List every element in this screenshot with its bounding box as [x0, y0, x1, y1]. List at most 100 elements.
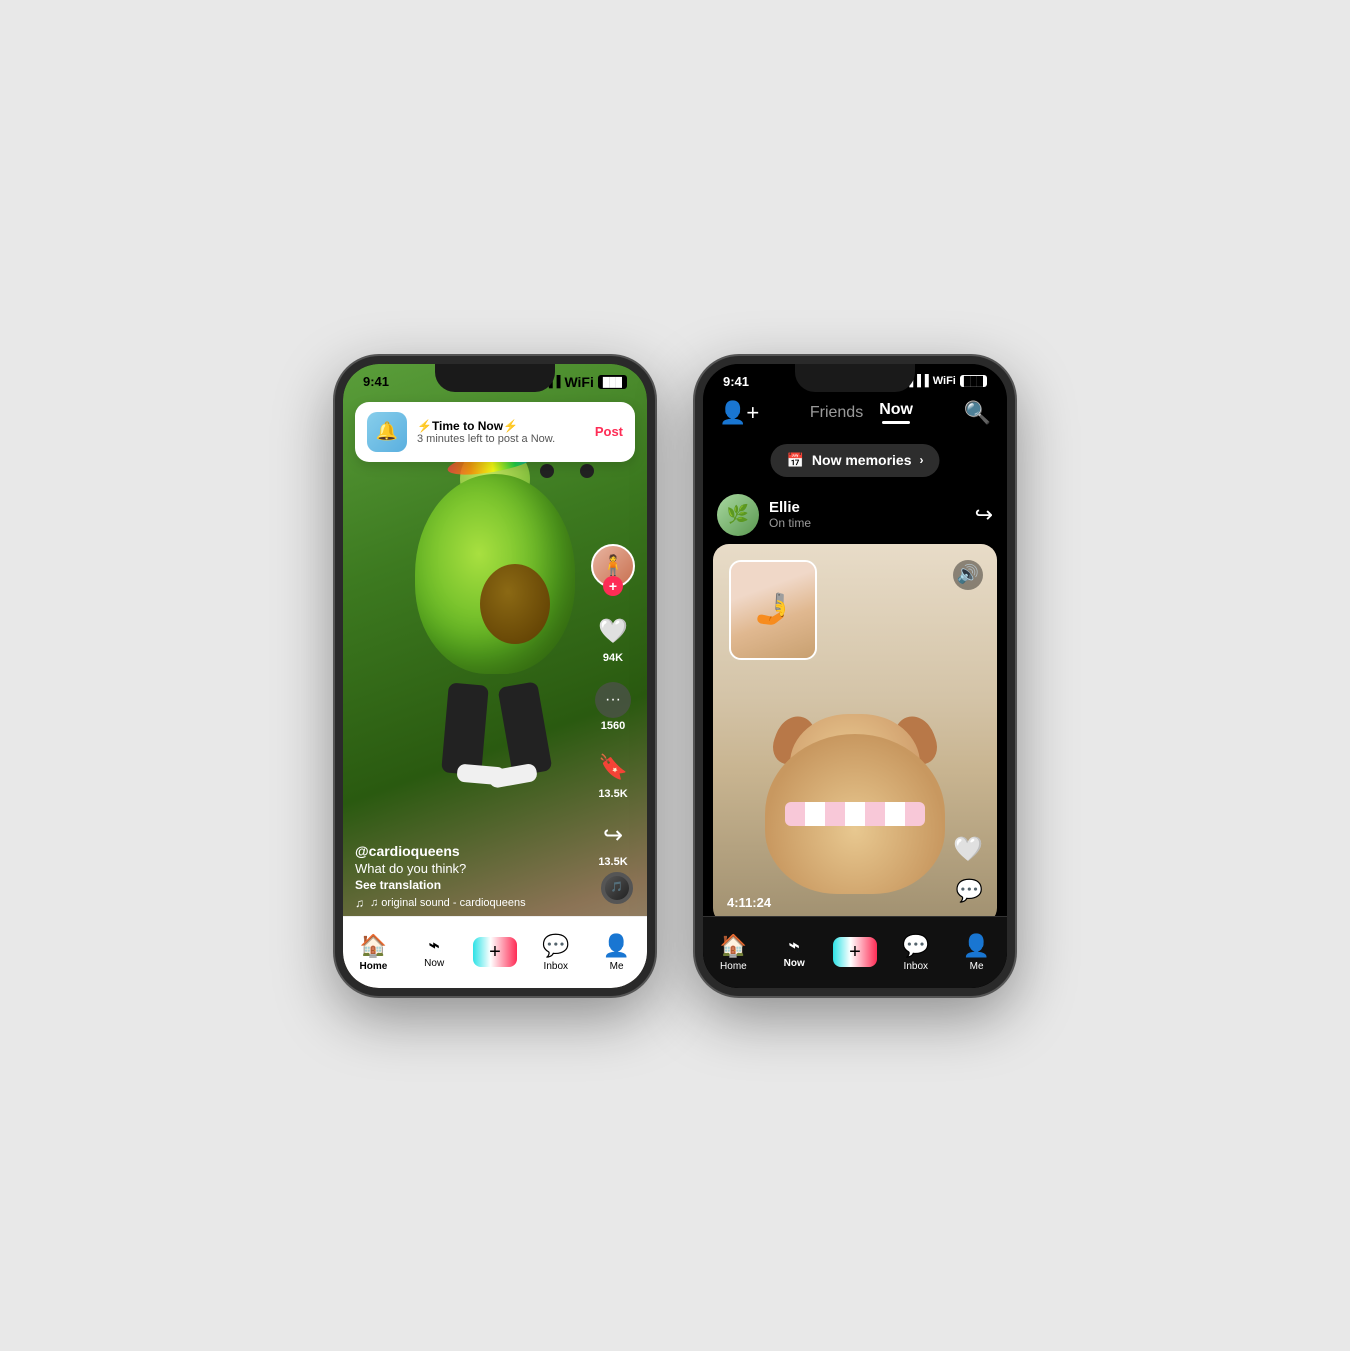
notif-text-area: ⚡Time to Now⚡ 3 minutes left to post a N…: [417, 419, 585, 445]
post-share-button[interactable]: ↪: [975, 502, 993, 528]
notif-title: ⚡Time to Now⚡: [417, 419, 585, 433]
nav-now[interactable]: ⌁ Now: [409, 935, 459, 969]
nav-now-dark[interactable]: ⌁ Now: [769, 935, 819, 969]
inbox-label-dark: Inbox: [904, 961, 928, 972]
battery-icon: ███: [598, 375, 627, 389]
post-user-details: Ellie On time: [769, 499, 811, 530]
chevron-right-icon: ›: [920, 453, 924, 467]
nav-create-dark[interactable]: +: [830, 937, 880, 967]
comment-group[interactable]: ··· 1560: [595, 682, 631, 732]
post-header: 🌿 Ellie On time ↪: [713, 494, 997, 544]
leg-right: [497, 681, 552, 777]
share-group[interactable]: ↪ 13.5K: [595, 818, 631, 868]
leg-left: [441, 682, 489, 775]
bookmark-group[interactable]: 🔖 13.5K: [595, 750, 631, 800]
home-icon-dark: 🏠: [720, 933, 747, 959]
creator-username: @cardioqueens: [355, 843, 557, 859]
search-button[interactable]: 🔍: [964, 400, 991, 426]
profile-icon-dark: 👤: [963, 933, 990, 959]
dog-scarf: [785, 802, 925, 826]
status-bar: 9:41 ▐▐▐ WiFi ███: [343, 374, 647, 390]
post-user-info[interactable]: 🌿 Ellie On time: [717, 494, 811, 536]
post-timing: On time: [769, 516, 811, 530]
tab-friends[interactable]: Friends: [810, 404, 863, 422]
phone-1: 9:41 ▐▐▐ WiFi ███ 🔔 ⚡Time to Now⚡ 3 minu…: [335, 356, 655, 996]
share-icon: ↪: [595, 818, 631, 854]
post-comment-button[interactable]: 💬: [956, 878, 983, 904]
wifi-icon: WiFi: [564, 374, 593, 390]
create-button[interactable]: +: [473, 937, 517, 967]
like-count: 94K: [603, 652, 623, 664]
post-username: Ellie: [769, 499, 811, 516]
now-icon-dark: ⌁: [789, 935, 800, 956]
selfie-image: 🤳: [731, 562, 815, 658]
bookmark-count: 13.5K: [598, 788, 627, 800]
dog-image: [755, 694, 955, 894]
notif-app-icon: 🔔: [367, 412, 407, 452]
phone2-screen: 9:41 ▐▐▐ WiFi ███ 👤+ Friends Now: [703, 364, 1007, 988]
inbox-label: Inbox: [544, 961, 568, 972]
create-button-dark[interactable]: +: [833, 937, 877, 967]
home-label-dark: Home: [720, 961, 747, 972]
tab-now[interactable]: Now: [879, 401, 913, 424]
share-count: 13.5K: [598, 856, 627, 868]
follow-button[interactable]: +: [603, 576, 623, 596]
phones-container: 9:41 ▐▐▐ WiFi ███ 🔔 ⚡Time to Now⚡ 3 minu…: [335, 356, 1015, 996]
tab-active-indicator: [882, 421, 910, 424]
post-images-container: 🤳 🔊 4:11:24 🤍 💬: [713, 544, 997, 924]
signal-icon: ▐▐▐: [537, 376, 560, 388]
memories-pill[interactable]: 📅 Now memories ›: [770, 444, 939, 477]
post-user-avatar: 🌿: [717, 494, 759, 536]
wifi-icon-dark: WiFi: [933, 375, 956, 387]
selfie-thumbnail: 🤳: [729, 560, 817, 660]
now-icon: ⌁: [429, 935, 440, 956]
home-label: Home: [359, 961, 387, 972]
like-group[interactable]: 🤍 94K: [595, 614, 631, 664]
home-icon: 🏠: [360, 933, 387, 959]
inbox-icon-dark: 💬: [902, 933, 929, 959]
add-friend-button[interactable]: 👤+: [719, 400, 759, 426]
nav-me[interactable]: 👤 Me: [592, 933, 642, 972]
bottom-info: @cardioqueens What do you think? See tra…: [355, 843, 557, 910]
avo-pit: [480, 564, 550, 644]
sound-on-icon[interactable]: 🔊: [953, 560, 983, 590]
notif-action-button[interactable]: Post: [595, 424, 623, 439]
phone-2: 9:41 ▐▐▐ WiFi ███ 👤+ Friends Now: [695, 356, 1015, 996]
nav-inbox[interactable]: 💬 Inbox: [531, 933, 581, 972]
notif-subtitle: 3 minutes left to post a Now.: [417, 433, 585, 445]
post-like-button[interactable]: 🤍: [953, 835, 983, 864]
status-bar-dark: 9:41 ▐▐▐ WiFi ███: [703, 374, 1007, 389]
nav-bar-phone2: 🏠 Home ⌁ Now + 💬 Inbox 👤 Me: [703, 916, 1007, 988]
music-note-icon: ♫: [355, 896, 364, 910]
notification-banner[interactable]: 🔔 ⚡Time to Now⚡ 3 minutes left to post a…: [355, 402, 635, 462]
avo-eye-left: [540, 464, 554, 478]
avo-legs: [425, 674, 565, 774]
time-display: 9:41: [363, 374, 389, 389]
video-caption: What do you think?: [355, 861, 557, 876]
nav-tabs: Friends Now: [810, 401, 913, 424]
battery-icon-dark: ███: [960, 375, 987, 387]
video-timestamp: 4:11:24: [727, 895, 771, 910]
right-sidebar: 🧍 + 🤍 94K ··· 1560 🔖 13.5K ↪ 13.5K: [591, 544, 635, 868]
creator-avatar-stack[interactable]: 🧍 +: [591, 544, 635, 596]
nav-create[interactable]: +: [470, 937, 520, 967]
nav-inbox-dark[interactable]: 💬 Inbox: [891, 933, 941, 972]
comment-count: 1560: [601, 720, 625, 732]
phone1-screen: 9:41 ▐▐▐ WiFi ███ 🔔 ⚡Time to Now⚡ 3 minu…: [343, 364, 647, 988]
comment-icon: ···: [595, 682, 631, 718]
nav-home-dark[interactable]: 🏠 Home: [708, 933, 758, 972]
nav-bar-phone1: 🏠 Home ⌁ Now + 💬 Inbox 👤 Me: [343, 916, 647, 988]
nav-me-dark[interactable]: 👤 Me: [952, 933, 1002, 972]
sound-name: ♫ original sound - cardioqueens: [370, 897, 526, 909]
memories-label: Now memories: [812, 452, 912, 468]
calendar-icon: 📅: [786, 452, 803, 469]
nav-home[interactable]: 🏠 Home: [348, 933, 398, 972]
now-label: Now: [424, 958, 444, 969]
inbox-icon: 💬: [542, 933, 569, 959]
bookmark-icon: 🔖: [595, 750, 631, 786]
see-translation-link[interactable]: See translation: [355, 878, 557, 892]
avo-eye-right: [580, 464, 594, 478]
me-label: Me: [610, 961, 624, 972]
avo-body: [415, 474, 575, 674]
now-label-dark: Now: [784, 958, 805, 969]
